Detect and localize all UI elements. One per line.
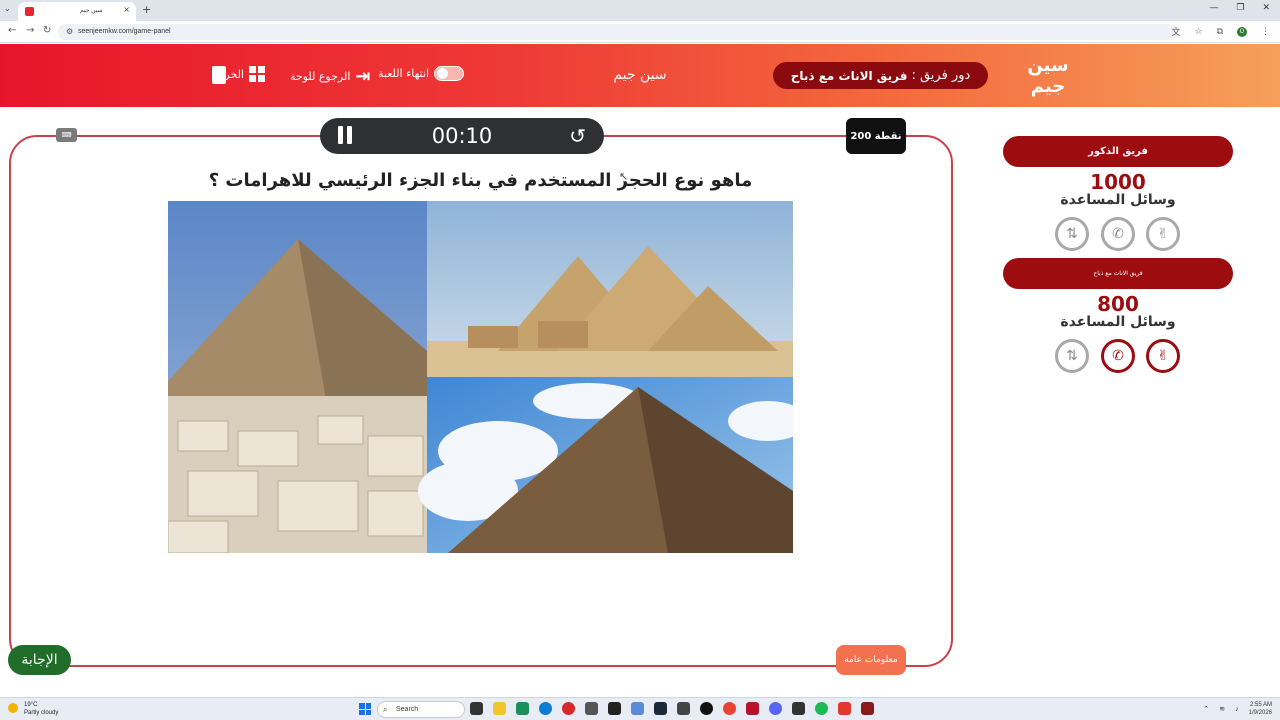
- menu-icon[interactable]: ⋮: [1261, 27, 1270, 37]
- chevron-up-icon[interactable]: ⌃: [1203, 705, 1209, 713]
- history-icon[interactable]: ↺: [569, 124, 586, 148]
- phone-icon[interactable]: ✆: [1101, 339, 1135, 373]
- end-game-control[interactable]: انتهاء اللعبة: [378, 66, 465, 81]
- window-controls: — ❐ ✕: [1209, 3, 1270, 13]
- grid-icon: [249, 66, 265, 82]
- volume-icon[interactable]: ♪: [1235, 706, 1239, 713]
- search-placeholder: Search: [396, 706, 419, 713]
- app-icon[interactable]: [746, 702, 759, 715]
- team-1-helps-label: وسائل المساعدة: [1060, 192, 1176, 208]
- clock-time: 2:55 AM: [1249, 702, 1272, 708]
- general-info-button[interactable]: معلومات عامة: [836, 645, 906, 675]
- keyboard-icon[interactable]: ⌨: [56, 128, 77, 142]
- app-icon[interactable]: [861, 702, 874, 715]
- restore-icon[interactable]: ❐: [1236, 3, 1244, 13]
- phone-icon[interactable]: ✆: [1101, 217, 1135, 251]
- game-name: سين جيم: [613, 67, 667, 83]
- favicon-icon: [25, 7, 34, 16]
- answer-button[interactable]: الإجابة: [8, 645, 71, 675]
- close-window-icon[interactable]: ✕: [1262, 3, 1270, 13]
- system-tray: ⌃ ≋ ♪ 2:55 AM 1/9/2026: [1203, 701, 1272, 717]
- search-icon: ⌕: [383, 705, 388, 714]
- steam-icon[interactable]: [654, 702, 667, 715]
- tab-title: سين جيم: [80, 8, 103, 14]
- tab-close-icon[interactable]: ×: [123, 5, 130, 14]
- taskbar-apps: [470, 702, 874, 715]
- profile-avatar[interactable]: O: [1237, 26, 1247, 37]
- browser-toolbar-right: 文 ☆ ⧉ O ⋮: [1171, 25, 1270, 38]
- site-info-icon[interactable]: ⚙: [66, 27, 73, 36]
- bookmark-star-icon[interactable]: ☆: [1194, 27, 1202, 37]
- app-icon[interactable]: [792, 702, 805, 715]
- extensions-icon[interactable]: ⧉: [1217, 27, 1223, 37]
- app-icon[interactable]: [608, 702, 621, 715]
- team-2-score: 800: [1097, 292, 1139, 316]
- edge-icon[interactable]: [539, 702, 552, 715]
- turn-label: دور فريق :: [911, 68, 971, 83]
- forward-icon[interactable]: →: [26, 25, 34, 36]
- back-to-board-button[interactable]: الرجوع للوحة ⇥: [290, 66, 371, 87]
- file-explorer-icon[interactable]: [493, 702, 506, 715]
- address-bar: ← → ↻ ⚙ seenjeemkw.com/game-panel 文 ☆ ⧉ …: [0, 21, 1280, 43]
- points-badge: 200 نقطة: [846, 118, 906, 154]
- team-1-button[interactable]: فريق الذكور: [1003, 136, 1233, 167]
- windows-taskbar: 19°C Partly cloudy ⌕ Search ⌃ ≋ ♪ 2:55 A…: [0, 697, 1280, 720]
- chrome-icon[interactable]: [723, 702, 736, 715]
- app-icon[interactable]: [700, 702, 713, 715]
- app-icon[interactable]: [470, 702, 483, 715]
- turn-indicator: دور فريق : فريق الاناث مع ذباح: [773, 62, 988, 89]
- back-to-board-label: الرجوع للوحة: [290, 70, 351, 83]
- peace-hand-icon[interactable]: ✌: [1146, 339, 1180, 373]
- opera-icon[interactable]: [562, 702, 575, 715]
- timer-display: 00:10: [431, 124, 493, 148]
- minimize-icon[interactable]: —: [1209, 3, 1218, 13]
- mouse-cursor: ↖: [619, 170, 629, 183]
- new-tab-button[interactable]: +: [142, 3, 151, 16]
- url-field[interactable]: ⚙ seenjeemkw.com/game-panel: [58, 24, 1178, 40]
- peace-hand-icon[interactable]: ✌: [1146, 217, 1180, 251]
- app-icon[interactable]: [585, 702, 598, 715]
- site-logo: سين جيم: [1027, 55, 1069, 97]
- tab-search-icon[interactable]: ⌄: [4, 4, 11, 13]
- reload-icon[interactable]: ↻: [43, 25, 51, 36]
- discord-icon[interactable]: [769, 702, 782, 715]
- question-text: ماهو نوع الحجر المستخدم في بناء الجزء ال…: [208, 170, 753, 191]
- wifi-icon[interactable]: ≋: [1219, 705, 1225, 713]
- clock[interactable]: 2:55 AM 1/9/2026: [1249, 701, 1272, 717]
- end-game-label: انتهاء اللعبة: [378, 67, 430, 80]
- timer-bar: 00:10 ↺: [320, 118, 604, 154]
- app-icon[interactable]: [815, 702, 828, 715]
- weather-widget[interactable]: 19°C Partly cloudy: [8, 701, 58, 717]
- swap-icon[interactable]: ⇅: [1055, 339, 1089, 373]
- door-exit-icon[interactable]: [212, 66, 226, 84]
- weather-icon: [8, 703, 18, 713]
- swap-icon[interactable]: ⇅: [1055, 217, 1089, 251]
- browser-tab[interactable]: سين جيم ×: [18, 2, 136, 21]
- team-1-score: 1000: [1090, 170, 1146, 194]
- browser-tab-bar: ⌄ سين جيم × + — ❐ ✕: [0, 0, 1280, 21]
- arrow-right-icon: ⇥: [355, 66, 371, 87]
- app-icon[interactable]: [631, 702, 644, 715]
- app-icon[interactable]: [516, 702, 529, 715]
- team-2-helps-label: وسائل المساعدة: [1060, 314, 1176, 330]
- turn-team: فريق الاناث مع ذباح: [790, 68, 908, 83]
- url-text: seenjeemkw.com/game-panel: [78, 28, 171, 35]
- team-2-button[interactable]: فريق الاناث مع ذباح: [1003, 258, 1233, 289]
- end-game-toggle[interactable]: [434, 66, 465, 81]
- app-icon[interactable]: [838, 702, 851, 715]
- translate-icon[interactable]: 文: [1171, 25, 1180, 38]
- game-header: سين جيم دور فريق : فريق الاناث مع ذباح سي…: [0, 44, 1280, 107]
- question-image: [168, 201, 793, 553]
- app-icon[interactable]: [677, 702, 690, 715]
- back-icon[interactable]: ←: [8, 25, 16, 36]
- taskbar-search[interactable]: ⌕ Search: [377, 701, 465, 718]
- clock-date: 1/9/2026: [1248, 710, 1272, 716]
- start-button[interactable]: [359, 703, 371, 715]
